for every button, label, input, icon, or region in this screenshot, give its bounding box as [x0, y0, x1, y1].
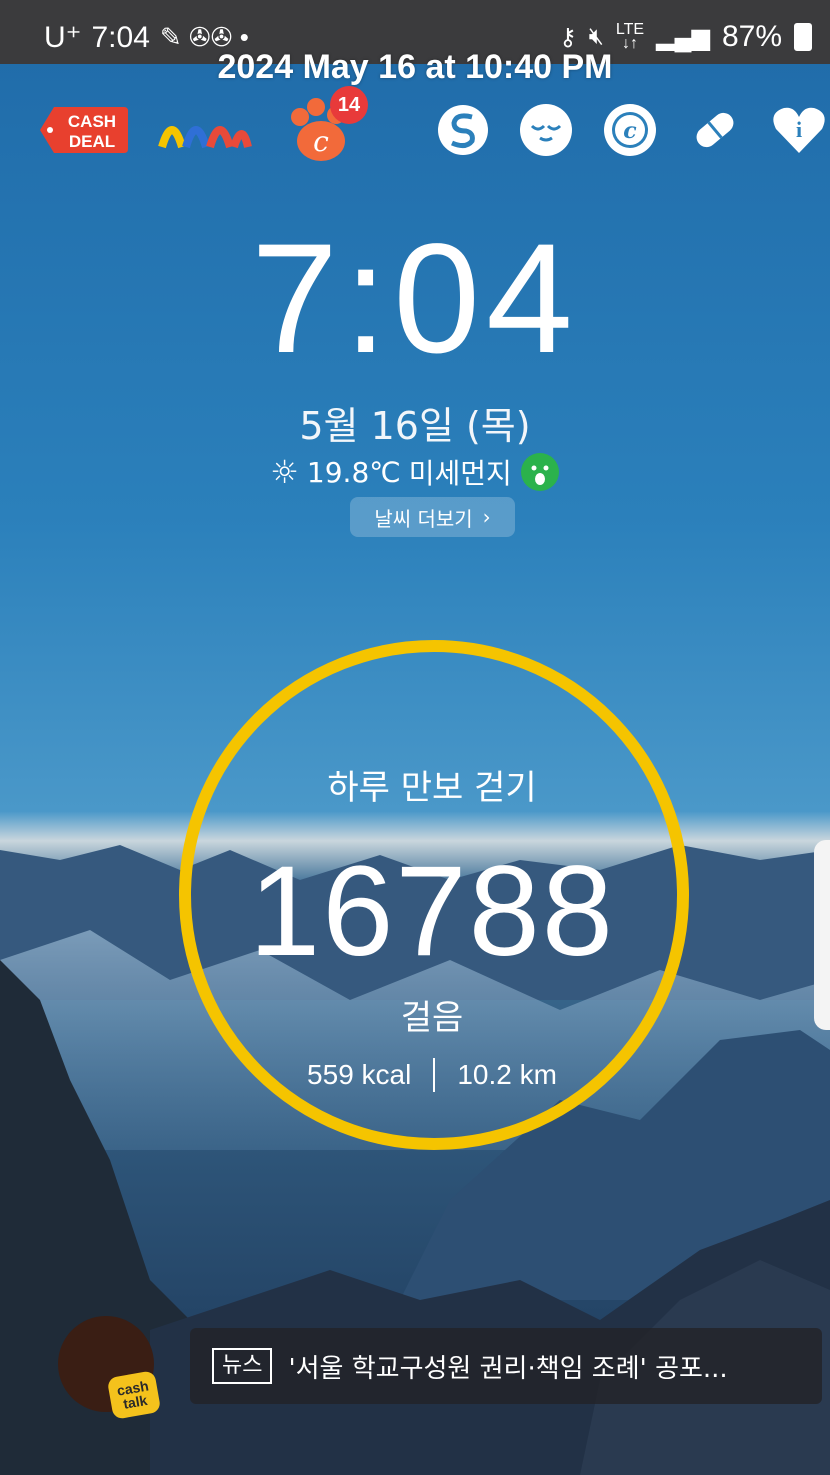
svg-text:c: c [313, 125, 329, 158]
sun-icon: ☼ [270, 453, 299, 491]
coin-icon: c [604, 104, 656, 156]
distance: 10.2 km [457, 1059, 557, 1090]
heart-info-icon: i [773, 107, 825, 153]
lockscreen-date: 5월 16일 (목) [299, 404, 531, 448]
cash-deal-icon: CASH DEAL [40, 107, 128, 153]
dust-label: 미세먼지 [408, 457, 512, 490]
svg-text:CASH: CASH [68, 112, 116, 131]
svg-text:i: i [796, 117, 802, 142]
weather-row: ☼ 19.8℃ 미세먼지 [0, 452, 830, 492]
wave-icon [158, 126, 252, 149]
news-ticker[interactable]: 뉴스 '서울 학교구성원 권리·책임 조례' 공포... [190, 1328, 822, 1404]
chevron-right-icon: › [482, 505, 491, 529]
stats-divider [433, 1058, 436, 1092]
heart-info-app-icon[interactable]: i [772, 90, 826, 170]
lte-icon: LTE ↓↑ [615, 21, 645, 52]
dust-status-face-icon [520, 453, 559, 491]
step-count: 16788 [249, 840, 615, 983]
app-shortcut-row: CASH DEAL c 14 c i [0, 86, 830, 180]
pedometer-stats: 559 kcal 10.2 km [0, 1058, 830, 1092]
edge-panel-handle[interactable] [814, 840, 830, 1030]
temperature: 19.8℃ [306, 455, 401, 489]
svg-text:DEAL: DEAL [69, 132, 115, 151]
weather-more-label: 날씨 더보기 [374, 506, 473, 531]
screenshot-timestamp: 2024 May 16 at 10:40 PM [217, 48, 613, 86]
news-headline: '서울 학교구성원 권리·책임 조례' 공포... [288, 1353, 728, 1384]
battery-icon [794, 23, 812, 51]
s-logo-icon [438, 105, 488, 155]
weather-more-button[interactable]: 날씨 더보기 › [350, 497, 515, 537]
step-unit: 걸음 [400, 998, 464, 1038]
cash-paw-app-icon[interactable]: c 14 [286, 86, 368, 170]
s-app-icon[interactable] [436, 90, 490, 170]
cashtalk-logo[interactable]: cash talk [106, 1370, 162, 1420]
cash-deal-app-icon[interactable]: CASH DEAL [40, 90, 128, 170]
cashtalk-line2: talk [121, 1391, 149, 1412]
wave-app-icon[interactable] [158, 90, 252, 170]
face-app-icon[interactable] [518, 90, 574, 170]
notification-badge: 14 [330, 86, 368, 124]
lockscreen-clock: 7:04 [251, 212, 579, 386]
pedometer-title: 하루 만보 걷기 [327, 768, 537, 808]
calories: 559 kcal [307, 1059, 412, 1090]
pill-app-icon[interactable] [690, 90, 740, 170]
pill-icon [696, 112, 734, 148]
mute-icon: 🔇︎ [588, 23, 604, 50]
news-tag: 뉴스 [212, 1348, 273, 1384]
c-coin-app-icon[interactable]: c [602, 90, 658, 170]
smile-face-icon [520, 104, 572, 156]
svg-text:c: c [623, 118, 637, 144]
